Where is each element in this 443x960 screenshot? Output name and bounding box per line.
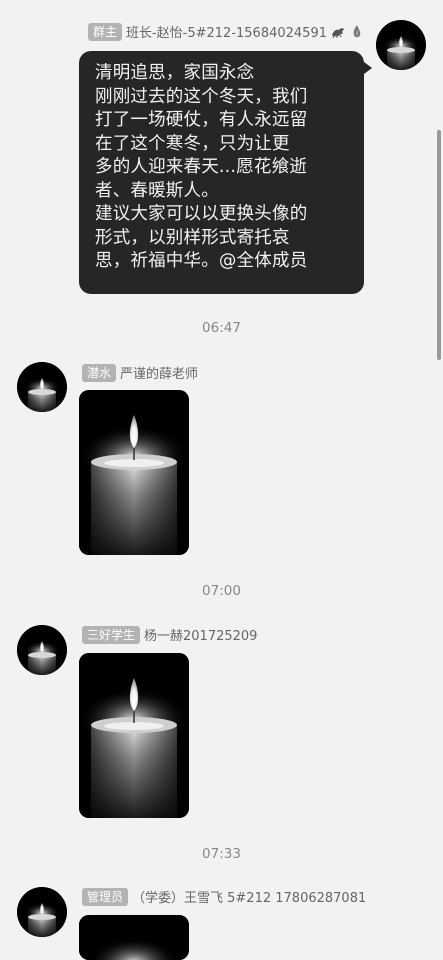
- bubble-tail: [364, 62, 372, 74]
- message-meta: 三好学生 杨一赫201725209: [82, 625, 257, 644]
- sender-name[interactable]: 杨一赫201725209: [144, 625, 257, 644]
- candle-icon: [17, 362, 67, 412]
- message-text-line: 者、春暖斯人。: [95, 180, 219, 201]
- message-text-line: 建议大家可以以更换头像的: [95, 204, 308, 224]
- message-meta: 群主 班长-赵怡-5#212-15684024591: [87, 22, 365, 41]
- avatar[interactable]: [17, 625, 67, 675]
- flame-icon: [353, 24, 361, 37]
- scrollbar[interactable]: [437, 130, 441, 360]
- avatar[interactable]: [376, 20, 426, 70]
- candle-icon: [376, 20, 426, 70]
- candle-icon: [17, 625, 67, 675]
- candle-image[interactable]: [79, 915, 189, 960]
- message-text-line: 形式，以别样形式寄托哀: [95, 227, 290, 248]
- candle-image[interactable]: [79, 390, 189, 555]
- message-text-line: 清明追思，家国永念: [95, 63, 255, 83]
- timestamp: 07:00: [202, 583, 241, 599]
- timestamp: 06:47: [202, 320, 241, 336]
- avatar[interactable]: [17, 887, 67, 937]
- sender-name[interactable]: （学委）王雪飞 5#212 17806287081: [132, 887, 366, 906]
- message-text-line: 刚刚过去的这个冬天，我们: [95, 86, 308, 107]
- role-badge: 管理员: [82, 887, 129, 906]
- candle-icon: [17, 887, 67, 937]
- timestamp: 07:33: [202, 846, 241, 862]
- avatar[interactable]: [17, 362, 67, 412]
- role-badge: 三好学生: [82, 625, 141, 644]
- message-meta: 潜水 严谨的薛老师: [82, 363, 198, 382]
- sender-name[interactable]: 严谨的薛老师: [120, 363, 198, 382]
- message-text-line: 在了这个寒冬，只为让更: [95, 133, 290, 154]
- message-text-line: 思，祈福中华。@全体成员: [95, 251, 308, 271]
- role-badge: 潜水: [82, 363, 117, 382]
- dragon-icon: [332, 27, 344, 38]
- candle-icon: [79, 390, 189, 555]
- candle-icon: [79, 915, 189, 960]
- candle-image[interactable]: [79, 653, 189, 818]
- message-text-line: 打了一场硬仗，有人永远留: [95, 110, 308, 130]
- role-badge: 群主: [87, 22, 122, 41]
- message-meta: 管理员 （学委）王雪飞 5#212 17806287081: [82, 887, 366, 906]
- candle-icon: [79, 653, 189, 818]
- message-text-line: 多的人迎来春天...愿花飨逝: [95, 157, 307, 177]
- message-bubble[interactable]: 清明追思，家国永念 刚刚过去的这个冬天，我们 打了一场硬仗，有人永远留 在了这个…: [79, 51, 364, 294]
- sender-name[interactable]: 班长-赵怡-5#212-15684024591: [126, 22, 327, 41]
